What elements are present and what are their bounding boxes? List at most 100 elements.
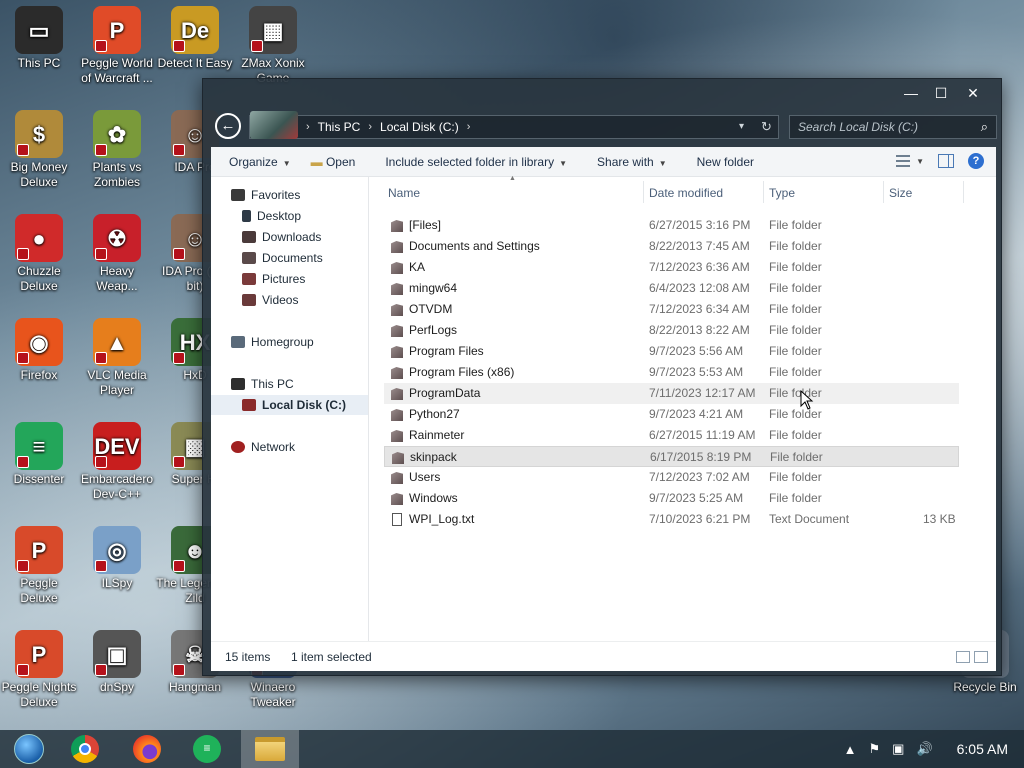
desktop-icon-8[interactable]: ☢ Heavy Weap... — [78, 214, 156, 294]
nav-homegroup[interactable]: Homegroup — [231, 332, 314, 352]
table-row[interactable]: Windows 9/7/2023 5:25 AM File folder — [384, 488, 959, 509]
desktop-icon-14[interactable]: DEV Embarcadero Dev-C++ — [78, 422, 156, 502]
table-row[interactable]: mingw64 6/4/2023 12:08 AM File folder — [384, 278, 959, 299]
table-row[interactable]: OTVDM 7/12/2023 6:34 AM File folder — [384, 299, 959, 320]
table-row[interactable]: Program Files (x86) 9/7/2023 5:53 AM File … — [384, 362, 959, 383]
nav-favorites[interactable]: Favorites — [231, 185, 300, 205]
folder-icon — [392, 452, 404, 464]
table-row[interactable]: Rainmeter 6/27/2015 11:19 AM File folder — [384, 425, 959, 446]
desktop-icon-20[interactable]: ▣ dnSpy — [78, 630, 156, 695]
taskbar-firefox[interactable] — [118, 730, 176, 768]
desktop-icon-2[interactable]: De Detect It Easy — [156, 6, 234, 71]
breadcrumb-local-disk[interactable]: Local Disk (C:) — [380, 120, 459, 134]
column-header-name[interactable]: Name — [388, 183, 420, 203]
nav-desktop[interactable]: Desktop — [242, 206, 301, 226]
table-row[interactable]: [Files] 6/27/2015 3:16 PM File folder — [384, 215, 959, 236]
folder-icon — [391, 409, 403, 421]
desktop-icon-7[interactable]: ● Chuzzle Deluxe — [0, 214, 78, 294]
new-folder-button[interactable]: New folder — [677, 155, 764, 169]
file-type: File folder — [769, 491, 822, 505]
organize-button[interactable]: Organize ▼ — [211, 155, 301, 169]
table-row[interactable]: Documents and Settings 8/22/2013 7:45 AM F… — [384, 236, 959, 257]
network-icon — [231, 441, 245, 453]
title-bar[interactable]: — ☐ ✕ — [203, 79, 1001, 109]
start-button[interactable] — [0, 730, 58, 768]
table-row[interactable]: Program Files 9/7/2023 5:56 AM File folder — [384, 341, 959, 362]
address-dropdown-icon[interactable]: ▾ — [739, 121, 744, 132]
nav-network[interactable]: Network — [231, 437, 295, 457]
nav-local-disk[interactable]: Local Disk (C:) — [211, 395, 368, 415]
network-status-icon[interactable]: ▣ — [892, 741, 904, 757]
search-input[interactable]: Search Local Disk (C:) ⌕ — [789, 115, 997, 139]
windows-logo-icon — [14, 734, 44, 764]
desktop-icon-11[interactable]: ▲ VLC Media Player — [78, 318, 156, 398]
column-header-size[interactable]: Size — [889, 183, 912, 203]
include-in-library-button[interactable]: Include selected folder in library ▼ — [365, 155, 577, 169]
taskbar-file-explorer[interactable] — [241, 730, 299, 768]
command-bar: Organize ▼ ▬ Open Include selected folder… — [211, 147, 996, 177]
table-row[interactable]: WPI_Log.txt 7/10/2023 6:21 PM Text Documen… — [384, 509, 959, 530]
desktop-icon-0[interactable]: ▭ This PC — [0, 6, 78, 71]
nav-this-pc[interactable]: This PC — [231, 374, 294, 394]
table-row[interactable]: Python27 9/7/2023 4:21 AM File folder — [384, 404, 959, 425]
column-header-type[interactable]: Type — [769, 183, 795, 203]
desktop-icon-13[interactable]: ≡ Dissenter — [0, 422, 78, 487]
desktop-icon-19[interactable]: P Peggle Nights Deluxe — [0, 630, 78, 710]
chevron-down-icon[interactable]: ▼ — [916, 157, 924, 166]
desktop-icon-5[interactable]: ✿ Plants vs Zombies — [78, 110, 156, 190]
chrome-icon — [71, 735, 99, 763]
shortcut-overlay-icon — [95, 144, 107, 156]
shortcut-overlay-icon — [173, 248, 185, 260]
back-arrow-icon[interactable]: ← — [215, 113, 241, 139]
table-row[interactable]: ProgramData 7/11/2023 12:17 AM File folder — [384, 383, 959, 404]
desktop-icon-3[interactable]: ▦ZMax Xonix Game — [234, 6, 312, 86]
table-row[interactable]: skinpack 6/17/2015 8:19 PM File folder — [384, 446, 959, 467]
desktop-icon-4[interactable]: $ Big Money Deluxe — [0, 110, 78, 190]
table-row[interactable]: PerfLogs 8/22/2013 8:22 AM File folder — [384, 320, 959, 341]
minimize-button[interactable]: — — [896, 82, 926, 104]
search-icon[interactable]: ⌕ — [981, 119, 988, 135]
address-bar[interactable]: › This PC › Local Disk (C:) › — [249, 111, 779, 139]
open-button[interactable]: ▬ Open — [301, 155, 366, 169]
clock[interactable]: 6:05 AM — [957, 741, 1008, 757]
action-center-flag-icon[interactable]: ⚑ — [868, 741, 880, 757]
large-icons-view-icon[interactable] — [974, 651, 988, 663]
change-view-icon[interactable] — [896, 155, 911, 167]
column-divider[interactable] — [763, 181, 764, 203]
file-name: Documents and Settings — [409, 239, 540, 253]
nav-pictures[interactable]: Pictures — [242, 269, 305, 289]
taskbar-dissenter[interactable]: ≡ — [178, 730, 236, 768]
chevron-down-icon: ▼ — [282, 158, 291, 168]
nav-documents[interactable]: Documents — [242, 248, 323, 268]
close-button[interactable]: ✕ — [958, 82, 988, 104]
desktop-icon-1[interactable]: P Peggle World of Warcraft ... — [78, 6, 156, 86]
breadcrumb-this-pc[interactable]: This PC — [318, 120, 361, 134]
preview-pane-icon[interactable] — [938, 154, 954, 168]
nav-this-pc-label: This PC — [251, 377, 294, 391]
details-view-icon[interactable] — [956, 651, 970, 663]
column-divider[interactable] — [963, 181, 964, 203]
help-icon[interactable]: ? — [968, 153, 984, 169]
app-icon: DEV — [93, 422, 141, 470]
table-row[interactable]: Users 7/12/2023 7:02 AM File folder — [384, 467, 959, 488]
show-hidden-icons-icon[interactable]: ▲ — [844, 742, 857, 757]
shortcut-overlay-icon — [173, 40, 185, 52]
column-divider[interactable] — [643, 181, 644, 203]
maximize-button[interactable]: ☐ — [926, 82, 956, 104]
column-divider[interactable] — [883, 181, 884, 203]
desktop-icon-17[interactable]: ◎ ILSpy — [78, 526, 156, 591]
dissenter-icon: ≡ — [193, 735, 221, 763]
file-date: 7/11/2023 12:17 AM — [649, 386, 756, 400]
column-header-date[interactable]: Date modified — [649, 183, 723, 203]
table-row[interactable]: KA 7/12/2023 6:36 AM File folder — [384, 257, 959, 278]
volume-icon[interactable]: 🔊 — [916, 741, 932, 757]
desktop-icon-16[interactable]: P Peggle Deluxe — [0, 526, 78, 606]
chevron-right-icon[interactable]: › — [467, 121, 471, 133]
nav-downloads[interactable]: Downloads — [242, 227, 321, 247]
nav-videos[interactable]: Videos — [242, 290, 298, 310]
desktop-icon-10[interactable]: ◉ Firefox — [0, 318, 78, 383]
taskbar-chrome[interactable] — [56, 730, 114, 768]
share-with-button[interactable]: Share with ▼ — [577, 155, 677, 169]
file-name: Program Files — [409, 344, 484, 358]
refresh-icon[interactable]: ↻ — [761, 119, 772, 135]
